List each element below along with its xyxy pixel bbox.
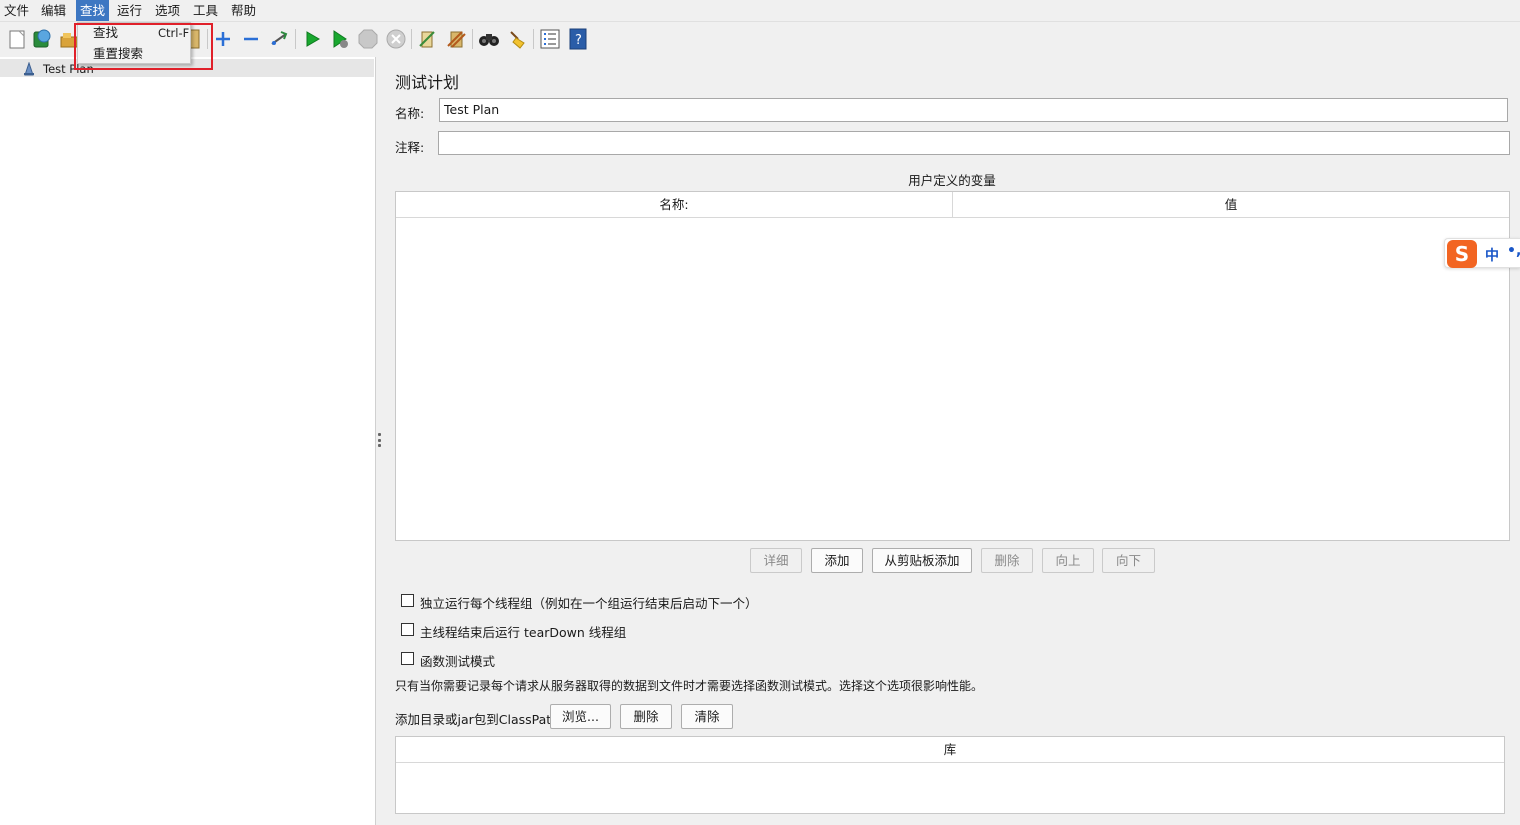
toolbar-separator [472, 29, 473, 49]
library-table[interactable]: 库 [395, 736, 1505, 814]
test-plan-tree: Test Plan [0, 57, 376, 825]
name-field[interactable]: Test Plan [439, 98, 1508, 122]
ime-punctuation-indicator[interactable]: •, [1507, 243, 1520, 259]
comment-label: 注释: [395, 140, 425, 155]
ime-mode-indicator[interactable]: 中 [1485, 245, 1499, 265]
menu-bar: 文件 编辑 查找 运行 选项 工具 帮助 [0, 0, 1520, 22]
move-up-button[interactable]: 向上 [1042, 548, 1094, 573]
function-helper-icon[interactable] [538, 27, 562, 51]
functional-test-mode-label: 函数测试模式 [420, 654, 496, 669]
column-header-value[interactable]: 值 [953, 192, 1509, 218]
ime-status-bar[interactable]: S 中 •, [1444, 238, 1520, 268]
new-icon[interactable] [5, 27, 29, 51]
stop-icon[interactable] [356, 27, 380, 51]
svg-text:?: ? [575, 33, 582, 48]
functional-mode-note: 只有当你需要记录每个请求从服务器取得的数据到文件时才需要选择函数测试模式。选择这… [395, 679, 984, 693]
run-thread-groups-consecutively-label: 独立运行每个线程组（例如在一个组运行结束后启动下一个） [420, 596, 758, 611]
collapse-icon[interactable] [239, 27, 263, 51]
functional-test-mode-checkbox[interactable] [401, 652, 414, 665]
toolbar-separator [295, 29, 296, 49]
toolbar-separator [411, 29, 412, 49]
panel-splitter[interactable] [376, 57, 384, 825]
menu-tools[interactable]: 工具 [189, 0, 222, 21]
toggle-icon[interactable] [267, 27, 291, 51]
column-header-library[interactable]: 库 [396, 737, 1504, 763]
user-variables-table[interactable]: 名称: 值 [395, 191, 1510, 541]
clear-all-icon[interactable] [444, 27, 468, 51]
delete-button[interactable]: 删除 [981, 548, 1033, 573]
start-icon[interactable] [300, 27, 324, 51]
reset-search-icon[interactable] [505, 27, 529, 51]
browse-button[interactable]: 浏览... [550, 704, 611, 729]
user-variables-title: 用户定义的变量 [908, 173, 996, 188]
move-down-button[interactable]: 向下 [1102, 548, 1155, 573]
menu-options[interactable]: 选项 [151, 0, 184, 21]
menu-help[interactable]: 帮助 [227, 0, 260, 21]
name-label: 名称: [395, 106, 425, 121]
help-icon[interactable]: ? [566, 27, 590, 51]
expand-icon[interactable] [211, 27, 235, 51]
run-teardown-label: 主线程结束后运行 tearDown 线程组 [420, 625, 627, 640]
test-plan-icon [22, 61, 36, 79]
shutdown-icon[interactable] [384, 27, 408, 51]
add-from-clipboard-button[interactable]: 从剪贴板添加 [872, 548, 972, 573]
splitter-handle[interactable] [378, 433, 381, 447]
sogou-logo-icon: S [1447, 240, 1477, 268]
classpath-clear-button[interactable]: 清除 [681, 704, 733, 729]
detail-button[interactable]: 详细 [750, 548, 802, 573]
clear-icon[interactable] [415, 27, 439, 51]
menu-edit[interactable]: 编辑 [37, 0, 70, 21]
page-title: 测试计划 [395, 73, 460, 92]
classpath-label: 添加目录或jar包到ClassPath [395, 712, 560, 727]
menu-file[interactable]: 文件 [0, 0, 33, 21]
run-thread-groups-consecutively-checkbox[interactable] [401, 594, 414, 607]
menu-search[interactable]: 查找 [76, 0, 110, 21]
templates-icon[interactable] [31, 27, 55, 51]
toolbar: ? [0, 22, 1520, 56]
annotation-highlight-box [74, 23, 213, 70]
add-button[interactable]: 添加 [811, 548, 863, 573]
menu-run[interactable]: 运行 [113, 0, 146, 21]
classpath-delete-button[interactable]: 删除 [620, 704, 672, 729]
toolbar-separator [533, 29, 534, 49]
start-no-pauses-icon[interactable] [328, 27, 352, 51]
comment-field[interactable] [438, 131, 1510, 155]
run-teardown-checkbox[interactable] [401, 623, 414, 636]
column-header-name[interactable]: 名称: [396, 192, 953, 218]
search-icon[interactable] [477, 27, 501, 51]
